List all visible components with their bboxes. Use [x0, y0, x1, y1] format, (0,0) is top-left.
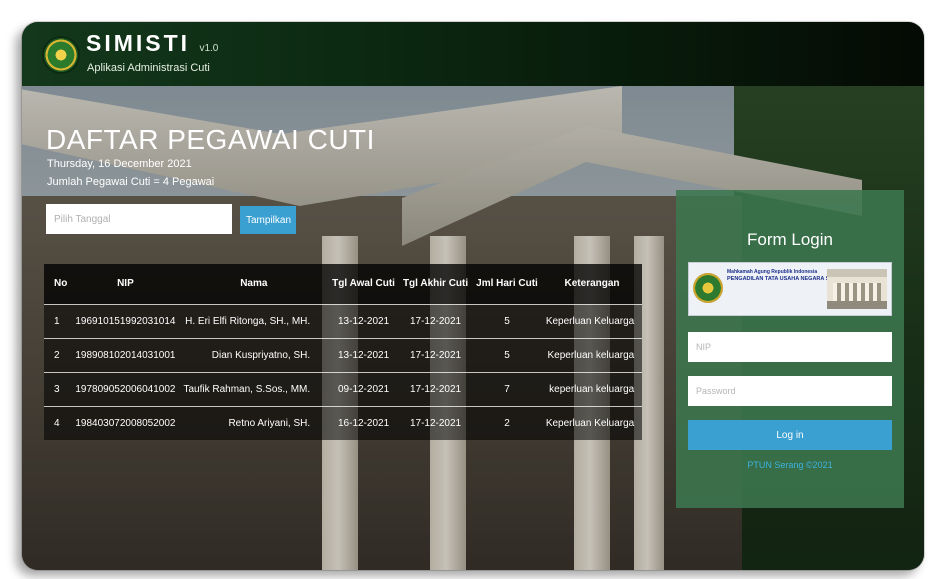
cell-end-date: 17-12-2021 — [409, 349, 462, 361]
login-button[interactable]: Log in — [688, 420, 892, 450]
cell-start-date: 16-12-2021 — [337, 417, 390, 429]
nip-input[interactable] — [688, 332, 892, 362]
leave-count: Jumlah Pegawai Cuti = 4 Pegawai — [47, 176, 215, 188]
cell-nama: Dian Kuspriyatno, SH. — [211, 349, 311, 361]
login-footer: PTUN Serang ©2021 — [747, 460, 833, 470]
table-row: 3 197809052006041002 Taufik Rahman, S.So… — [44, 372, 643, 406]
cell-days: 5 — [504, 315, 510, 327]
login-panel: Form Login Mahkamah Agung Republik Indon… — [676, 190, 904, 508]
banner-building-image — [827, 269, 887, 309]
app-subtitle: Aplikasi Administrasi Cuti — [87, 62, 210, 74]
cell-start-date: 13-12-2021 — [337, 315, 390, 327]
cell-keterangan: keperluan keluarga — [549, 383, 635, 395]
cell-start-date: 13-12-2021 — [337, 349, 390, 361]
court-emblem-icon — [693, 273, 723, 303]
table-header-row: No NIP Nama Tgl Awal Cuti Tgl Akhir Cuti… — [44, 264, 643, 304]
password-input[interactable] — [688, 376, 892, 406]
app-name-text: SIMISTI — [86, 30, 191, 56]
cell-end-date: 17-12-2021 — [409, 383, 462, 395]
cell-nama: H. Eri Elfi Ritonga, SH., MH. — [185, 315, 311, 327]
col-header-end-date: Tgl Akhir Cuti — [402, 278, 469, 290]
cell-keterangan: Keperluan Keluarga — [545, 315, 635, 327]
cell-nip: 198403072008052002 — [75, 417, 176, 429]
cell-no: 1 — [54, 315, 60, 327]
col-header-no: No — [54, 278, 68, 290]
cell-end-date: 17-12-2021 — [409, 417, 462, 429]
court-banner-image: Mahkamah Agung Republik Indonesia PENGAD… — [688, 262, 892, 316]
cell-keterangan: Keperluan keluarga — [547, 349, 635, 361]
cell-nip: 198908102014031001 — [75, 349, 176, 361]
cell-nama: Taufik Rahman, S.Sos., MM. — [183, 383, 311, 395]
app-frame: SIMISTI v1.0 Aplikasi Administrasi Cuti … — [22, 22, 924, 570]
col-header-nama: Nama — [240, 278, 268, 290]
cell-keterangan: Keperluan Keluarga — [545, 417, 635, 429]
cell-nip: 197809052006041002 — [75, 383, 176, 395]
page-title: DAFTAR PEGAWAI CUTI — [46, 124, 375, 155]
date-picker-input[interactable] — [46, 204, 232, 234]
banner-line-1: Mahkamah Agung Republik Indonesia — [727, 269, 818, 275]
cell-days: 5 — [504, 349, 510, 361]
app-header: SIMISTI v1.0 Aplikasi Administrasi Cuti — [22, 22, 924, 86]
login-title: Form Login — [747, 230, 833, 249]
table-row: 2 198908102014031001 Dian Kuspriyatno, S… — [44, 338, 643, 372]
app-name: SIMISTI v1.0 — [86, 30, 218, 57]
cell-nip: 196910151992031014 — [75, 315, 176, 327]
leave-table: No NIP Nama Tgl Awal Cuti Tgl Akhir Cuti… — [44, 264, 643, 440]
col-header-nip: NIP — [117, 278, 134, 290]
cell-no: 4 — [54, 417, 60, 429]
col-header-keterangan: Keterangan — [564, 278, 620, 290]
show-button[interactable]: Tampilkan — [240, 206, 296, 234]
cell-no: 3 — [54, 383, 60, 395]
table-row: 4 198403072008052002 Retno Ariyani, SH. … — [44, 406, 643, 440]
cell-nama: Retno Ariyani, SH. — [228, 417, 311, 429]
cell-start-date: 09-12-2021 — [337, 383, 390, 395]
cell-days: 2 — [504, 417, 510, 429]
app-logo-icon — [44, 38, 78, 72]
app-version: v1.0 — [199, 43, 219, 54]
col-header-days: Jml Hari Cuti — [476, 278, 538, 290]
cell-days: 7 — [504, 383, 510, 395]
table-row: 1 196910151992031014 H. Eri Elfi Ritonga… — [44, 304, 643, 338]
current-date: Thursday, 16 December 2021 — [47, 158, 192, 170]
cell-no: 2 — [54, 349, 60, 361]
col-header-start-date: Tgl Awal Cuti — [332, 278, 395, 290]
cell-end-date: 17-12-2021 — [409, 315, 462, 327]
